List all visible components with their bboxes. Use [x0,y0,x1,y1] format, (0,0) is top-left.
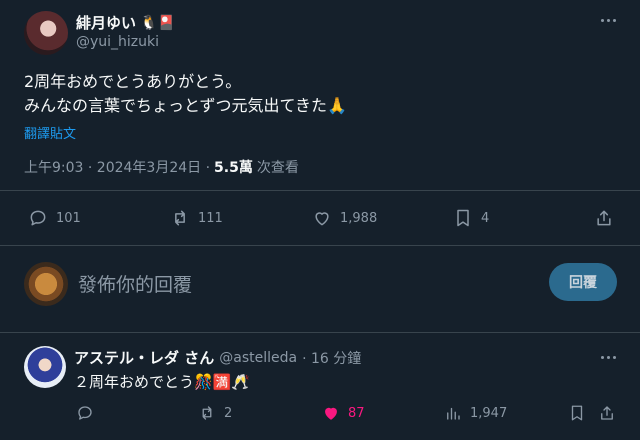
reply-views-button[interactable]: 1,947 [444,404,507,422]
reply-button[interactable]: 101 [28,208,81,228]
bookmark-icon [457,209,469,227]
like-icon [315,212,329,226]
views-label: 次查看 [256,160,299,176]
views-icon [447,407,460,420]
reply-text: ２周年おめでとう🎊🈵🥂 [74,373,251,391]
more-icon[interactable] [598,10,618,30]
views-count: 5.5萬 [214,160,253,176]
divider [0,245,640,246]
reply-input[interactable]: 發佈你的回覆 [78,270,518,298]
translate-link[interactable]: 翻譯貼文 [24,123,76,142]
reply-retweet-button[interactable]: 2 [198,404,232,422]
reply-reply-button[interactable] [76,404,94,422]
retweet-icon [175,210,185,226]
reply-bookmark-button[interactable] [568,404,586,422]
handle[interactable]: @yui_hizuki [76,34,159,50]
divider [0,332,640,333]
timestamp[interactable]: 上午9:03 · 2024年3月24日 · [24,157,210,177]
retweet-count: 111 [198,210,223,226]
bookmark-button[interactable]: 4 [453,208,489,228]
share-icon [601,406,613,420]
reply-like-button[interactable]: 87 [322,404,365,422]
reply-avatar[interactable] [24,346,66,388]
reply-like-count: 87 [348,405,365,421]
reply-count: 101 [56,210,81,226]
like-icon [325,407,337,420]
reply-icon [78,406,92,420]
retweet-icon [202,406,212,420]
display-name[interactable]: 緋月ゆい [76,12,136,33]
divider [0,190,640,191]
avatar[interactable] [24,11,68,55]
like-count: 1,988 [340,210,378,226]
share-button[interactable] [594,208,614,228]
reply-views-count: 1,947 [470,405,508,421]
like-button[interactable]: 1,988 [312,208,377,228]
reply-retweet-count: 2 [224,405,233,421]
tweet-text-line-1: 2周年おめでとうありがとう。 [24,72,242,91]
tweet-text-line-2: みんなの言葉でちょっとずつ元気出てきた🙏 [24,96,347,115]
share-icon [597,210,611,226]
reply-age[interactable]: · 16 分鐘 [302,348,361,368]
composer-avatar[interactable] [24,262,68,306]
bookmark-count: 4 [481,210,490,226]
reply-share-button[interactable] [598,404,616,422]
bookmark-icon [571,405,583,421]
reply-icon [30,210,46,226]
name-emojis: 🐧🎴 [140,14,175,31]
reply-display-name[interactable]: アステル・レダ さん [74,347,214,368]
retweet-button[interactable]: 111 [170,208,223,228]
reply-more-icon[interactable] [598,347,618,367]
reply-handle[interactable]: @astelleda [219,350,297,366]
reply-submit-button[interactable]: 回覆 [549,263,617,301]
